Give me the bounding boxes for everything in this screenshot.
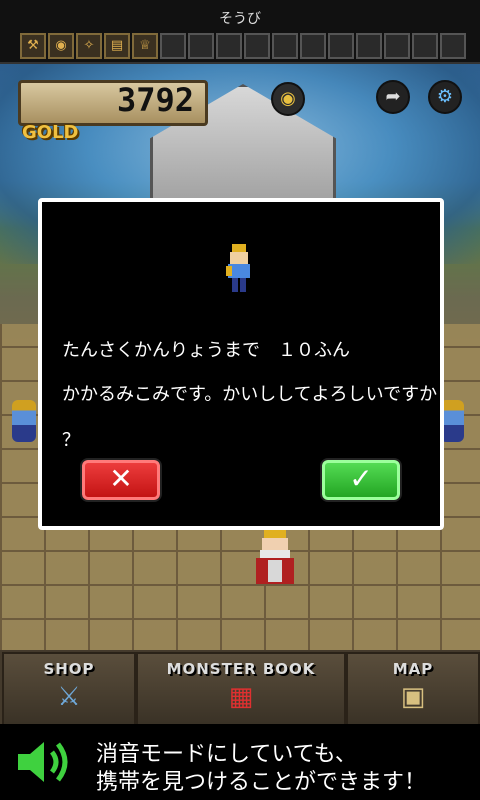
nav-monster-book-button[interactable]: MONSTER BOOK ▦ [136,652,346,726]
gold-label: GOLD [22,122,79,143]
equipment-slot-empty[interactable] [412,33,438,59]
king-sprite [256,528,294,584]
equipment-slot-filled[interactable]: ◉ [48,33,74,59]
coin-bag-icon[interactable]: ◉ [271,82,305,116]
equipment-slot-empty[interactable] [300,33,326,59]
empty-slot [218,35,240,57]
empty-slot [190,35,212,57]
empty-slot [358,35,380,57]
equipment-slot-empty[interactable] [244,33,270,59]
speaker-icon [18,742,68,782]
book-icon: ▦ [228,682,254,712]
shield-icon: ◉ [55,38,67,53]
empty-slot [302,35,324,57]
nav-map-label: MAP [392,660,434,678]
equipment-slot-empty[interactable] [328,33,354,59]
empty-slot [414,35,436,57]
equipment-slot-filled[interactable]: ♕ [132,33,158,59]
share-icon[interactable]: ➦ [376,80,410,114]
empty-slot [162,35,184,57]
equipment-slot-empty[interactable] [384,33,410,59]
gear-icon[interactable]: ⚙ [428,80,462,114]
dialog-message-line-3: ？ [62,430,80,451]
equipment-slot-empty[interactable] [188,33,214,59]
nav-shop-label: SHOP [43,660,95,678]
helmet-icon: ♕ [139,38,151,53]
equipment-slot-empty[interactable] [216,33,242,59]
equipment-slot-empty[interactable] [440,33,466,59]
sword-icon: ⚒ [27,38,39,53]
equipment-slot-filled[interactable]: ▤ [104,33,130,59]
dialog-message-line-2: かかるみこみです。かいししてよろしいですか [62,384,438,405]
staff-icon: ✧ [83,38,95,53]
ad-text-line-2: 携帯を見つけることができます！ [96,770,427,795]
gold-value: 3792 [116,81,194,119]
empty-slot [386,35,408,57]
book-icon: ▤ [110,38,124,53]
map-icon: ▣ [400,682,426,712]
cancel-button[interactable]: ✕ [80,458,162,502]
equipment-slot-empty[interactable] [272,33,298,59]
equipment-title: そうび [219,11,261,27]
nav-shop-button[interactable]: SHOP ⚔ [2,652,136,726]
empty-slot [246,35,268,57]
equipment-slot-filled[interactable]: ⚒ [20,33,46,59]
confirm-button[interactable]: ✓ [320,458,402,502]
equipment-slot-empty[interactable] [356,33,382,59]
knight-icon [226,244,250,292]
knight-sprite-left [12,400,36,442]
nav-map-button[interactable]: MAP ▣ [346,652,480,726]
nav-monster-book-label: MONSTER BOOK [166,660,316,678]
equipment-slot-empty[interactable] [160,33,186,59]
empty-slot [274,35,296,57]
sword-icon: ⚔ [57,682,81,712]
equipment-slot-filled[interactable]: ✧ [76,33,102,59]
dialog-message-line-1: たんさくかんりょうまで １０ふん [62,340,350,361]
empty-slot [330,35,352,57]
empty-slot [442,35,464,57]
